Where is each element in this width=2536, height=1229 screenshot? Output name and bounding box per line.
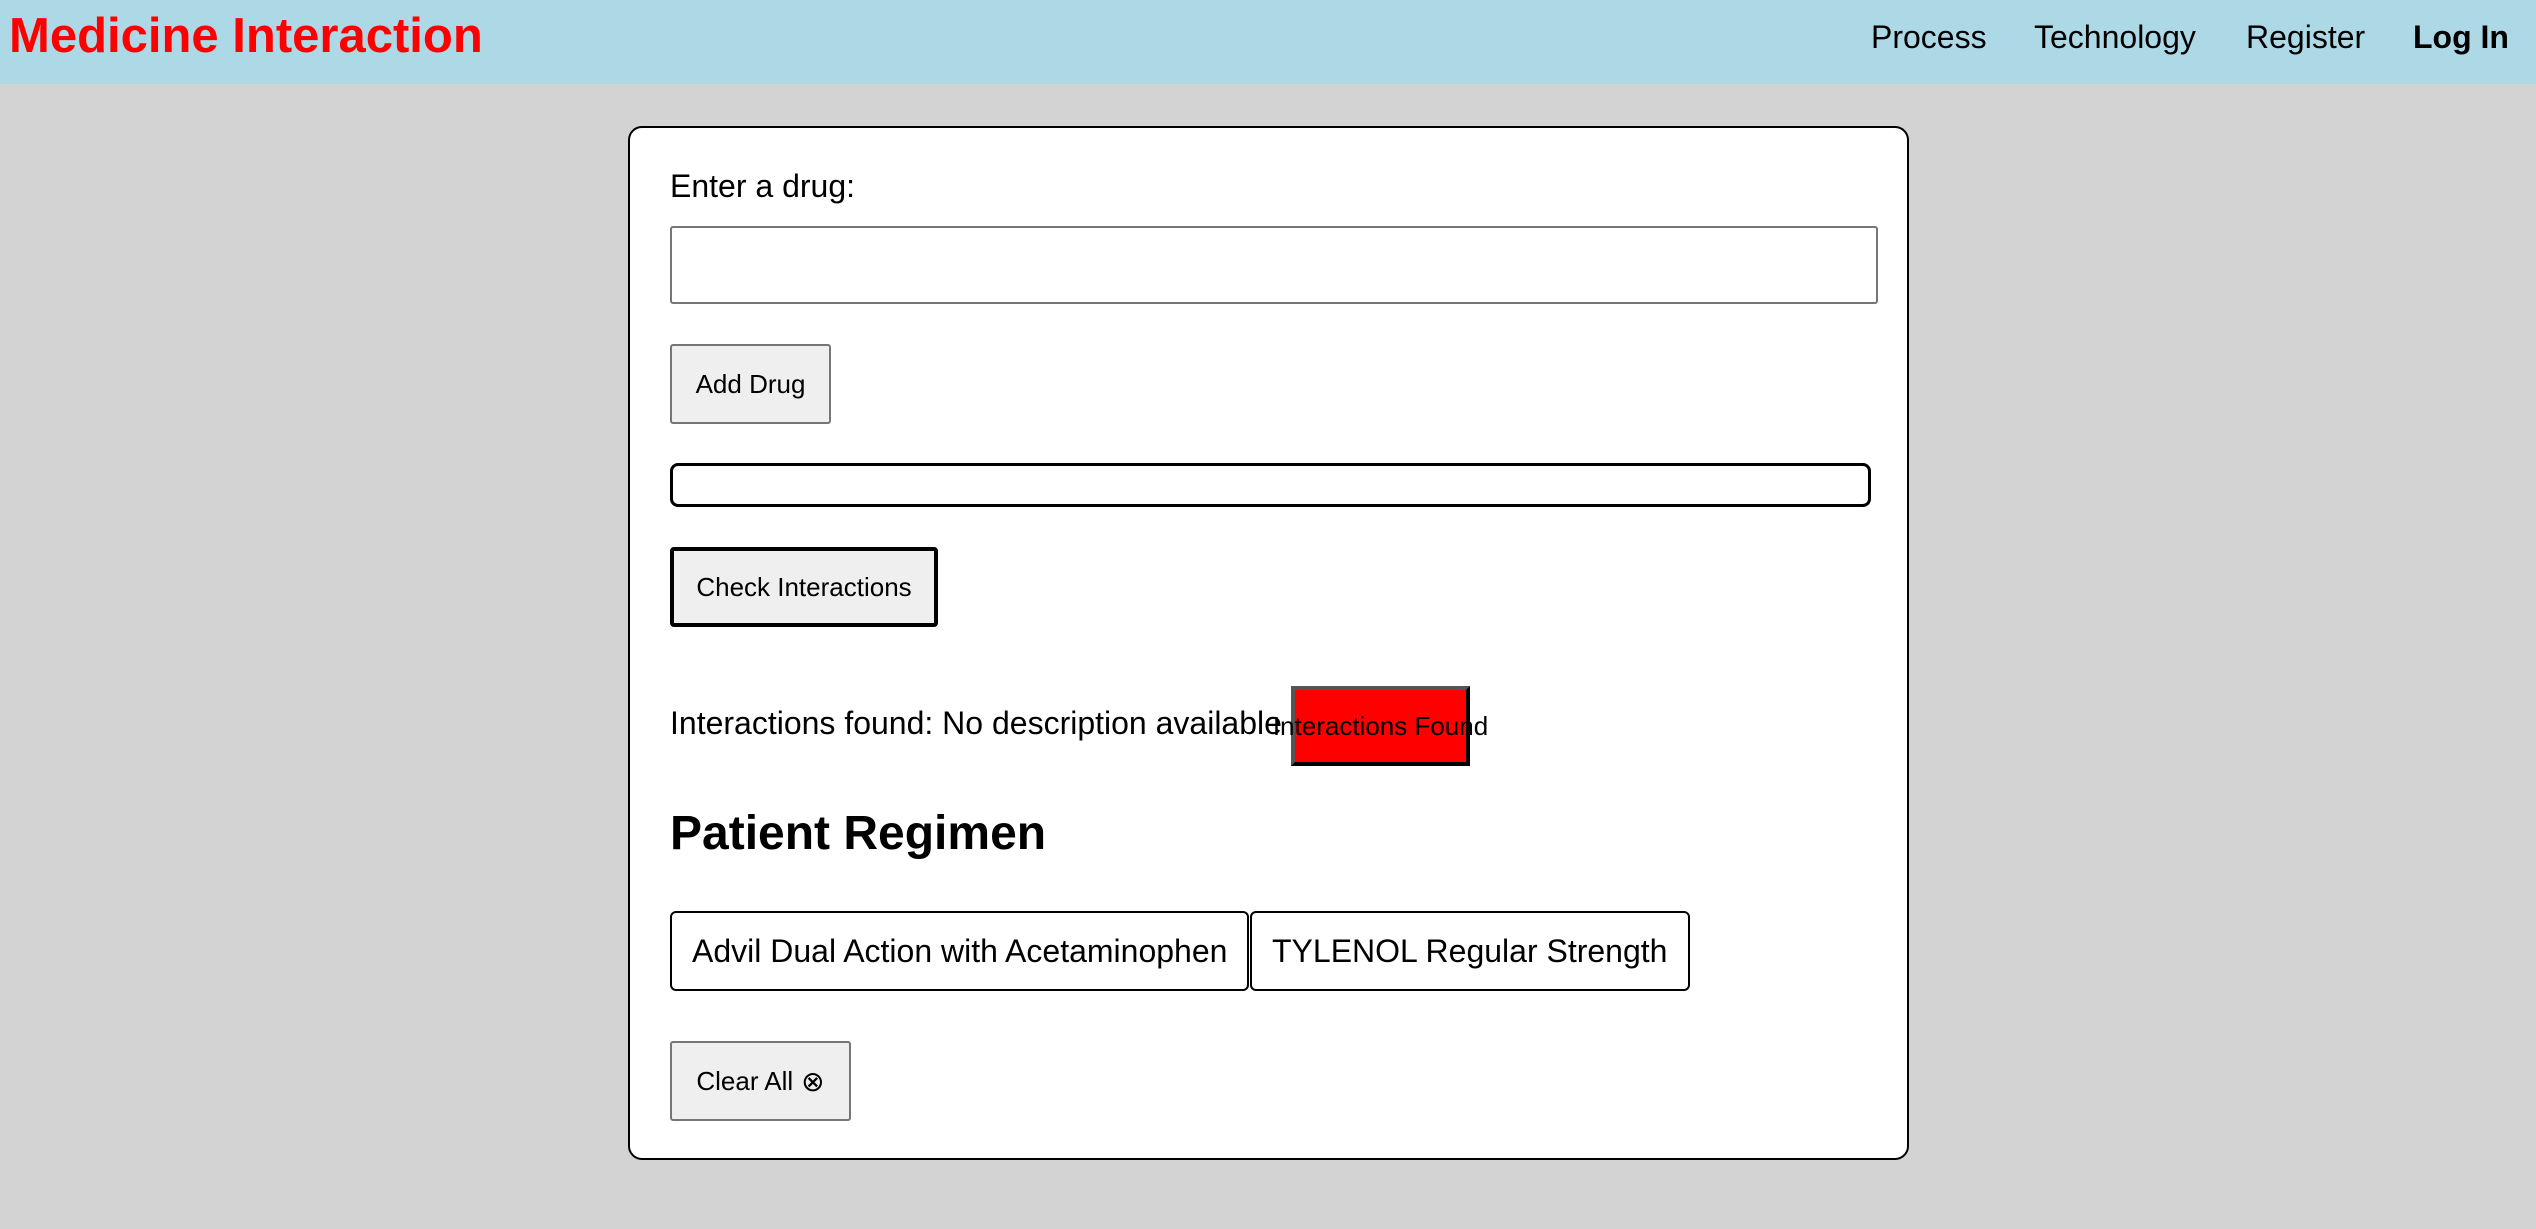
nav-link-technology[interactable]: Technology [2034, 17, 2196, 57]
check-interactions-button[interactable]: Check Interactions [670, 547, 938, 627]
selected-drugs-box [670, 463, 1871, 507]
drug-checker-card: Enter a drug: Add Drug Check Interaction… [628, 126, 1909, 1160]
drug-input[interactable] [670, 226, 1878, 304]
drug-input-label: Enter a drug: [670, 168, 855, 204]
regimen-drug-chip[interactable]: Advil Dual Action with Acetaminophen [670, 911, 1249, 991]
top-navigation-bar: Medicine Interaction Process Technology … [0, 0, 2536, 84]
regimen-drug-chip[interactable]: TYLENOL Regular Strength [1250, 911, 1690, 991]
circled-x-icon: ⊗ [801, 1065, 825, 1097]
add-drug-button[interactable]: Add Drug [670, 344, 831, 424]
clear-all-button[interactable]: Clear All ⊗ [670, 1041, 851, 1121]
interactions-found-badge: Interactions Found [1273, 686, 1488, 766]
clear-all-label: Clear All [696, 1065, 794, 1096]
nav-link-register[interactable]: Register [2246, 17, 2365, 57]
nav-link-log-in[interactable]: Log In [2413, 17, 2509, 57]
patient-regimen-heading: Patient Regimen [670, 807, 1047, 860]
nav-link-process[interactable]: Process [1871, 17, 1987, 57]
interaction-result-text: Interactions found: No description avail… [670, 705, 1282, 741]
brand-title[interactable]: Medicine Interaction [9, 8, 483, 64]
